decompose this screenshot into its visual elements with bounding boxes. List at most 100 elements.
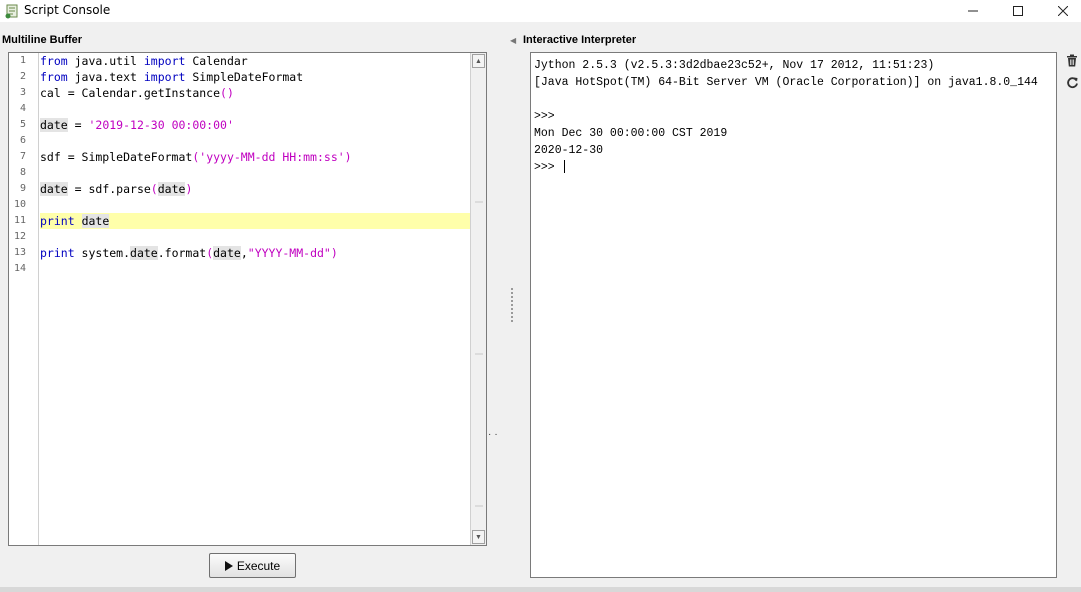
splitter-grip-icon[interactable]: ··	[488, 429, 501, 440]
keyword: print	[40, 214, 75, 228]
execute-button[interactable]: Execute	[209, 553, 296, 578]
variable: date	[213, 246, 241, 260]
maximize-button[interactable]	[995, 0, 1041, 22]
scroll-down-arrow-icon[interactable]: ▼	[472, 530, 485, 544]
line-number: 12	[13, 231, 26, 242]
paren: )	[185, 182, 193, 196]
line-number: 13	[13, 247, 26, 258]
variable: date	[130, 246, 158, 260]
code-line-9[interactable]: date = sdf.parse(date)	[40, 181, 472, 197]
prompt-text: >>>	[534, 161, 562, 174]
string-literal: 'yyyy-MM-dd HH:mm:ss'	[199, 150, 345, 164]
code-area[interactable]: from java.util import Calendar from java…	[40, 53, 472, 545]
line-number-gutter: 1 2 3 4 5 6 7 8 9 10 11 12 13 14	[9, 53, 39, 545]
output-line: [Java HotSpot(TM) 64-Bit Server VM (Orac…	[534, 76, 1038, 89]
code-line-2[interactable]: from java.text import SimpleDateFormat	[40, 69, 472, 85]
code-text: sdf = SimpleDateFormat	[40, 150, 193, 164]
refresh-icon[interactable]	[1065, 75, 1079, 89]
code-text: Calendar	[185, 54, 248, 68]
refresh-icon-glyph	[1066, 76, 1078, 88]
title-bar: Script Console	[0, 0, 1081, 22]
code-text: SimpleDateFormat	[185, 70, 304, 84]
keyword: from	[40, 54, 68, 68]
status-strip	[0, 587, 1081, 592]
maximize-icon	[1013, 6, 1023, 16]
collapse-left-icon[interactable]: ◀	[510, 36, 516, 45]
line-number: 8	[19, 167, 26, 178]
interactive-interpreter-header: Interactive Interpreter	[523, 34, 637, 46]
code-editor[interactable]: 1 2 3 4 5 6 7 8 9 10 11 12 13 14 from java.util impor…	[8, 52, 487, 546]
code-line-13[interactable]: print system.date.format(date,"YYYY-MM-d…	[40, 245, 472, 261]
trash-icon-glyph	[1067, 54, 1077, 66]
execute-label: Execute	[236, 558, 281, 573]
minimize-icon	[968, 10, 978, 12]
close-button[interactable]	[1040, 0, 1081, 22]
variable: date	[157, 182, 186, 196]
prompt-line[interactable]: >>>	[534, 159, 1053, 176]
line-number: 6	[19, 135, 26, 146]
code-line-11-current[interactable]: print date	[40, 213, 472, 229]
paren: )	[330, 246, 338, 260]
minimize-button[interactable]	[950, 0, 996, 22]
editor-vertical-scrollbar[interactable]: ▲ ▼	[470, 53, 486, 545]
string-literal: "YYYY-MM-dd"	[247, 246, 331, 260]
scroll-marker	[475, 505, 483, 507]
scroll-marker	[475, 353, 483, 355]
line-number: 14	[13, 263, 26, 274]
code-text: java.text	[67, 70, 144, 84]
code-text: ,	[240, 246, 248, 260]
output-line: Mon Dec 30 00:00:00 CST 2019	[534, 127, 728, 140]
line-number: 11	[13, 215, 26, 226]
code-text: .format	[157, 246, 207, 260]
code-text: system.	[74, 246, 131, 260]
paren: ()	[220, 86, 234, 100]
splitter-handle[interactable]	[511, 288, 513, 322]
line-number: 10	[13, 199, 26, 210]
play-icon	[224, 560, 233, 571]
code-line-8[interactable]	[40, 165, 472, 181]
variable: date	[40, 182, 68, 196]
script-console-icon	[5, 4, 18, 19]
string-literal: '2019-12-30 00:00:00'	[88, 118, 234, 132]
text-caret	[563, 160, 565, 174]
code-line-3[interactable]: cal = Calendar.getInstance()	[40, 85, 472, 101]
line-number: 9	[19, 183, 26, 194]
trash-icon[interactable]	[1065, 53, 1079, 67]
code-text: = sdf.parse	[67, 182, 151, 196]
line-number: 4	[19, 103, 26, 114]
variable: date	[40, 118, 68, 132]
output-line: 2020-12-30	[534, 144, 604, 157]
keyword: print	[40, 246, 75, 260]
line-number: 2	[19, 71, 26, 82]
output-line: >>>	[534, 110, 555, 123]
line-number: 1	[19, 55, 26, 66]
code-line-4[interactable]	[40, 101, 472, 117]
output-line: Jython 2.5.3 (v2.5.3:3d2dbae23c52+, Nov …	[534, 59, 935, 72]
window-title: Script Console	[24, 3, 111, 17]
code-line-7[interactable]: sdf = SimpleDateFormat('yyyy-MM-dd HH:mm…	[40, 149, 472, 165]
line-number: 5	[19, 119, 26, 130]
keyword: import	[143, 70, 186, 84]
code-text: =	[67, 118, 89, 132]
close-icon	[1058, 6, 1068, 16]
variable: date	[81, 214, 110, 228]
code-line-10[interactable]	[40, 197, 472, 213]
code-text: java.util	[67, 54, 144, 68]
keyword: import	[143, 54, 186, 68]
paren: )	[344, 150, 352, 164]
interpreter-output[interactable]: Jython 2.5.3 (v2.5.3:3d2dbae23c52+, Nov …	[530, 52, 1057, 578]
code-line-5[interactable]: date = '2019-12-30 00:00:00'	[40, 117, 472, 133]
code-line-14[interactable]	[40, 261, 472, 277]
keyword: from	[40, 70, 68, 84]
code-text: cal = Calendar.getInstance	[40, 86, 221, 100]
code-line-12[interactable]	[40, 229, 472, 245]
code-line-1[interactable]: from java.util import Calendar	[40, 53, 472, 69]
line-number: 3	[19, 87, 26, 98]
scroll-marker	[475, 201, 483, 203]
code-line-6[interactable]	[40, 133, 472, 149]
scroll-up-arrow-icon[interactable]: ▲	[472, 54, 485, 68]
paren: (	[150, 182, 158, 196]
line-number: 7	[19, 151, 26, 162]
